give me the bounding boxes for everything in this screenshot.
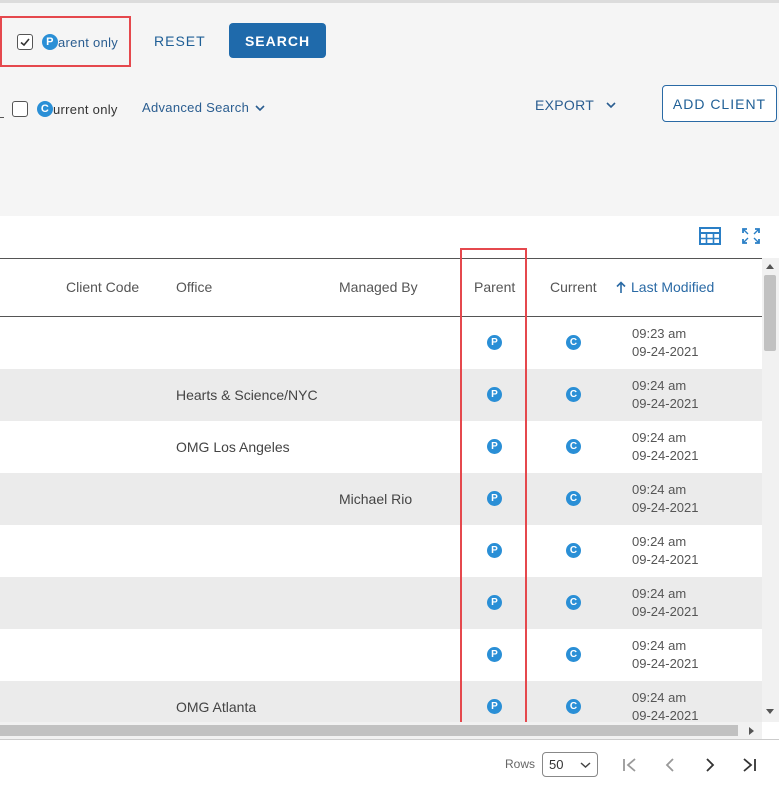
current-only-checkbox[interactable] (12, 101, 28, 117)
cell-office: Hearts & Science/NYC (176, 387, 318, 403)
fullscreen-icon[interactable] (742, 228, 760, 244)
table-row[interactable]: Hearts & Science/NYC P C 09:24 am 09-24-2021 (0, 369, 762, 421)
last-modified-time: 09:24 am (632, 586, 687, 601)
cell-last-modified: 09:24 am 09-24-2021 (632, 637, 699, 673)
rows-label: Rows (505, 757, 536, 771)
column-header-current[interactable]: Current (550, 279, 597, 295)
first-page-icon[interactable] (622, 757, 638, 773)
horizontal-scrollbar-thumb[interactable] (0, 725, 738, 736)
pagination-footer (0, 739, 779, 789)
parent-only-checkbox[interactable] (17, 34, 33, 50)
last-page-icon[interactable] (741, 757, 757, 773)
check-icon (20, 38, 30, 47)
scroll-right-arrow-icon[interactable] (748, 726, 756, 736)
cell-managed-by: Michael Rio (339, 491, 413, 507)
table-row[interactable]: P C 09:23 am 09-24-2021 (0, 317, 762, 369)
prev-page-icon[interactable] (664, 757, 676, 773)
current-flag-icon: C (566, 543, 581, 558)
parent-only-text: arent only (58, 34, 119, 50)
search-button[interactable]: SEARCH (229, 23, 326, 58)
advanced-search-label: Advanced Search (142, 100, 250, 115)
cell-last-modified: 09:23 am 09-24-2021 (632, 325, 699, 361)
reset-button[interactable]: RESET (154, 33, 206, 49)
parent-only-label[interactable]: P arent only (42, 34, 118, 50)
current-badge-icon: C (37, 101, 53, 117)
current-flag-icon: C (566, 699, 581, 714)
parent-badge-icon: P (42, 34, 58, 50)
chevron-down-icon (606, 102, 616, 109)
column-header-client-code[interactable]: Client Code (66, 279, 139, 295)
top-border (0, 0, 779, 3)
last-modified-time: 09:24 am (632, 378, 687, 393)
chevron-down-icon (580, 761, 591, 768)
export-label: EXPORT (535, 97, 595, 113)
parent-column-highlight (460, 248, 527, 746)
add-client-button[interactable]: ADD CLIENT (662, 85, 777, 122)
cell-last-modified: 09:24 am 09-24-2021 (632, 429, 699, 465)
last-modified-date: 09-24-2021 (632, 500, 699, 515)
cell-last-modified: 09:24 am 09-24-2021 (632, 481, 699, 517)
table-row[interactable]: P C 09:24 am 09-24-2021 (0, 525, 762, 577)
cell-last-modified: 09:24 am 09-24-2021 (632, 689, 699, 725)
advanced-search-toggle[interactable]: Advanced Search (142, 100, 265, 115)
last-modified-time: 09:24 am (632, 638, 687, 653)
last-modified-time: 09:24 am (632, 534, 687, 549)
last-modified-date: 09-24-2021 (632, 552, 699, 567)
column-settings-icon[interactable] (699, 227, 721, 245)
cell-last-modified: 09:24 am 09-24-2021 (632, 377, 699, 413)
table-row[interactable]: P C 09:24 am 09-24-2021 (0, 577, 762, 629)
current-flag-icon: C (566, 387, 581, 402)
current-flag-icon: C (566, 335, 581, 350)
next-page-icon[interactable] (704, 757, 716, 773)
table-header: Client Code Office Managed By Parent Cur… (0, 258, 762, 317)
cell-office: OMG Los Angeles (176, 439, 290, 455)
last-modified-date: 09-24-2021 (632, 448, 699, 463)
current-flag-icon: C (566, 491, 581, 506)
rows-per-page-value: 50 (549, 757, 564, 772)
current-only-text: urrent only (53, 101, 118, 117)
current-only-label[interactable]: C urrent only (37, 101, 118, 117)
cell-office: OMG Atlanta (176, 699, 257, 715)
cell-last-modified: 09:24 am 09-24-2021 (632, 533, 699, 569)
export-dropdown[interactable]: EXPORT (535, 97, 616, 113)
last-modified-date: 09-24-2021 (632, 604, 699, 619)
current-flag-icon: C (566, 595, 581, 610)
chevron-down-icon (255, 104, 265, 111)
current-flag-icon: C (566, 439, 581, 454)
column-header-office[interactable]: Office (176, 279, 212, 295)
sort-ascending-icon (616, 280, 626, 293)
current-flag-icon: C (566, 647, 581, 662)
table-row[interactable]: Michael Rio P C 09:24 am 09-24-2021 (0, 473, 762, 525)
last-modified-time: 09:24 am (632, 430, 687, 445)
last-modified-time: 09:23 am (632, 326, 687, 341)
last-modified-date: 09-24-2021 (632, 396, 699, 411)
last-modified-time: 09:24 am (632, 690, 687, 705)
rows-per-page-select[interactable]: 50 (542, 752, 598, 777)
column-header-managed-by[interactable]: Managed By (339, 279, 418, 295)
table-row[interactable]: OMG Los Angeles P C 09:24 am 09-24-2021 (0, 421, 762, 473)
last-modified-date: 09-24-2021 (632, 656, 699, 671)
last-modified-label: Last Modified (631, 279, 715, 295)
last-modified-time: 09:24 am (632, 482, 687, 497)
scroll-down-arrow-icon[interactable] (765, 708, 775, 716)
column-header-last-modified[interactable]: Last Modified (616, 279, 714, 295)
table-row[interactable]: P C 09:24 am 09-24-2021 (0, 629, 762, 681)
cell-last-modified: 09:24 am 09-24-2021 (632, 585, 699, 621)
vertical-scrollbar-thumb[interactable] (764, 275, 776, 351)
partial-edge-mark (0, 100, 4, 118)
scroll-up-arrow-icon[interactable] (765, 262, 775, 270)
last-modified-date: 09-24-2021 (632, 344, 699, 359)
